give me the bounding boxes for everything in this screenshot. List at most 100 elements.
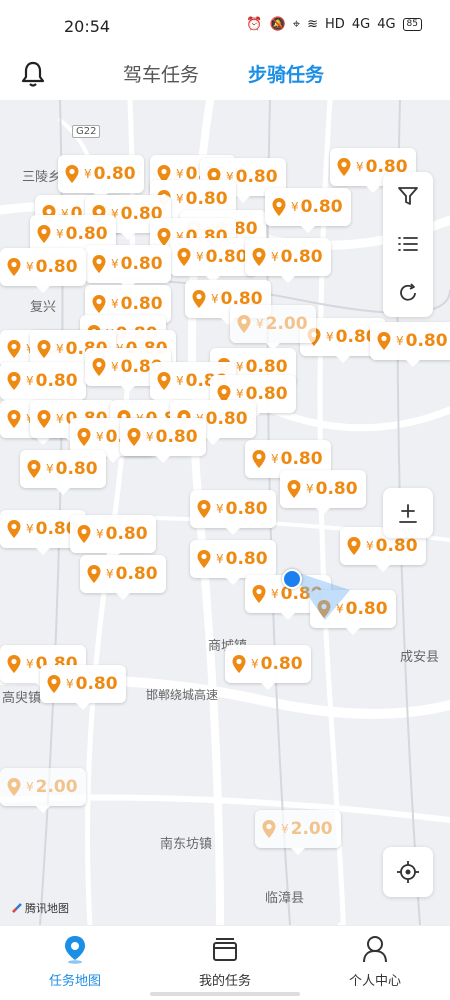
signal-2-icon: 4G [377,17,396,32]
task-reward-amount: 0.80 [205,247,248,267]
map-pin-icon [65,936,85,964]
location-pin-icon [7,340,21,358]
nav-my-tasks-label: 我的任务 [198,974,251,989]
task-reward-amount: 0.80 [55,459,98,479]
task-reward-amount: 0.80 [65,224,108,244]
task-list-icon [213,938,237,961]
task-marker[interactable]: ¥0.80 [20,450,106,495]
task-reward-amount: 0.80 [93,164,136,184]
task-marker[interactable]: ¥0.80 [190,490,276,535]
task-reward-amount: 0.80 [280,449,323,469]
nav-task-map[interactable]: 任务地图 [15,934,135,989]
task-marker[interactable]: ¥0.80 [190,540,276,585]
map-tool-panel [383,172,433,317]
tab-drive-tasks[interactable]: 驾车任务 [123,60,199,87]
task-reward-amount: 2.00 [35,777,78,797]
task-marker[interactable]: ¥0.80 [225,645,311,690]
currency-symbol: ¥ [26,374,34,388]
task-marker[interactable]: ¥0.80 [0,362,86,407]
task-marker[interactable]: ¥0.80 [70,515,156,560]
task-reward-amount: 0.80 [235,167,278,187]
task-marker[interactable]: ¥2.00 [0,768,86,813]
currency-symbol: ¥ [256,317,264,331]
currency-symbol: ¥ [26,657,34,671]
currency-symbol: ¥ [251,657,259,671]
currency-symbol: ¥ [216,552,224,566]
refresh-button[interactable] [383,270,433,316]
currency-symbol: ¥ [111,297,119,311]
task-reward-amount: 0.80 [35,257,78,277]
location-pin-icon [272,198,286,216]
location-pin-icon [37,340,51,358]
task-marker[interactable]: ¥2.00 [255,810,341,855]
location-pin-icon [37,410,51,428]
task-marker[interactable]: ¥0.80 [0,248,86,293]
battery-icon: 85 [402,18,422,31]
currency-symbol: ¥ [26,780,34,794]
currency-symbol: ¥ [236,387,244,401]
status-time: 20:54 [64,17,111,36]
bottom-nav: 任务地图 我的任务 个人中心 [0,925,450,1000]
currency-symbol: ¥ [66,677,74,691]
task-marker[interactable]: ¥0.80 [370,322,450,367]
nav-profile-label: 个人中心 [348,974,401,989]
nav-my-tasks[interactable]: 我的任务 [165,934,285,989]
location-pin-icon [7,372,21,390]
location-pin-icon [177,248,191,266]
task-reward-amount: 0.80 [260,654,303,674]
task-reward-amount: 0.80 [300,197,343,217]
task-marker[interactable]: ¥0.80 [85,245,171,290]
currency-symbol: ¥ [196,250,204,264]
location-pin-icon [7,778,21,796]
task-marker[interactable]: ¥0.80 [40,665,126,710]
task-marker[interactable]: ¥0.80 [245,238,331,283]
task-reward-amount: 0.80 [75,674,118,694]
currency-symbol: ¥ [56,227,64,241]
currency-symbol: ¥ [176,167,184,181]
currency-symbol: ¥ [176,192,184,206]
map-attribution: 腾讯地图 [12,900,69,916]
place-label: 南东坊镇 [160,837,213,852]
location-pin-icon [77,428,91,446]
task-reward-amount: 0.80 [225,499,268,519]
task-reward-amount: 0.80 [315,479,358,499]
bell-icon[interactable] [20,60,46,88]
task-marker[interactable]: ¥2.00 [230,305,316,350]
currency-symbol: ¥ [271,587,279,601]
task-marker[interactable]: ¥0.80 [280,470,366,515]
list-button[interactable] [383,221,433,267]
status-icons: ⏰ 🔕 ⌖ ≋ HD 4G 4G 85 [246,18,422,31]
location-pin-icon [197,550,211,568]
nav-task-map-label: 任务地图 [48,974,101,989]
task-reward-amount: 0.80 [120,254,163,274]
location-pin-icon [337,158,351,176]
attribution-text: 腾讯地图 [25,902,69,915]
tab-walk-ride-tasks[interactable]: 步骑任务 [248,60,324,87]
location-pin-icon [65,165,79,183]
task-reward-amount: 2.00 [290,819,333,839]
task-marker[interactable]: ¥0.80 [265,188,351,233]
header: 驾车任务 步骑任务 [0,52,450,100]
task-marker[interactable]: ¥0.80 [80,555,166,600]
task-marker[interactable]: ¥0.80 [58,155,144,200]
location-pin-icon [197,500,211,518]
task-map[interactable]: 三陵乡 复兴 高臾镇 商城镇 成安县 南东坊镇 临漳县 邯郸绕城高速 G22 ¥… [0,100,450,925]
location-pin-icon [127,428,141,446]
location-pin-icon [7,520,21,538]
task-reward-amount: 0.80 [155,427,198,447]
filter-button[interactable] [383,173,433,219]
location-pin-icon [262,820,276,838]
task-marker[interactable]: ¥0.80 [120,418,206,463]
nav-profile[interactable]: 个人中心 [315,934,435,989]
road-sign: G22 [72,125,101,138]
location-pin-icon [92,295,106,313]
location-pin-icon [237,315,251,333]
zoom-in-button[interactable] [383,488,433,538]
locate-button[interactable] [383,847,433,897]
location-pin-icon [157,372,171,390]
wifi-icon: ≋ [307,17,319,32]
task-marker[interactable]: ¥0.80 [170,238,256,283]
location-status-icon: ⌖ [292,17,301,32]
task-reward-amount: 0.80 [280,247,323,267]
currency-symbol: ¥ [146,430,154,444]
